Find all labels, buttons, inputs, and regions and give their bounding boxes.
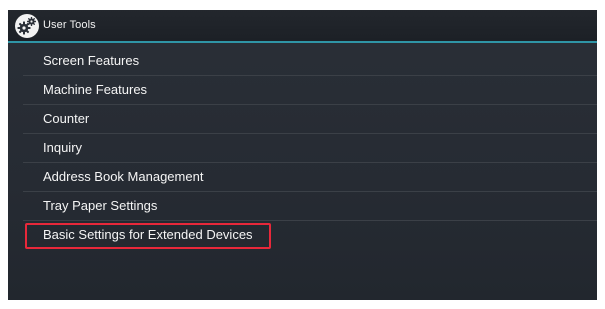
gear-icon — [15, 14, 39, 38]
user-tools-menu: Screen Features Machine Features Counter… — [23, 47, 597, 250]
menu-item-basic-settings-extended-devices[interactable]: Basic Settings for Extended Devices — [23, 221, 597, 250]
menu-item-tray-paper-settings[interactable]: Tray Paper Settings — [23, 192, 597, 221]
menu-item-counter[interactable]: Counter — [23, 105, 597, 134]
menu-item-address-book-management[interactable]: Address Book Management — [23, 163, 597, 192]
menu-item-inquiry[interactable]: Inquiry — [23, 134, 597, 163]
header-bar: User Tools — [8, 10, 597, 43]
menu-item-machine-features[interactable]: Machine Features — [23, 76, 597, 105]
page-title: User Tools — [43, 19, 96, 31]
menu-item-screen-features[interactable]: Screen Features — [23, 47, 597, 76]
user-tools-screen: User Tools Screen Features Machine Featu… — [8, 10, 597, 300]
